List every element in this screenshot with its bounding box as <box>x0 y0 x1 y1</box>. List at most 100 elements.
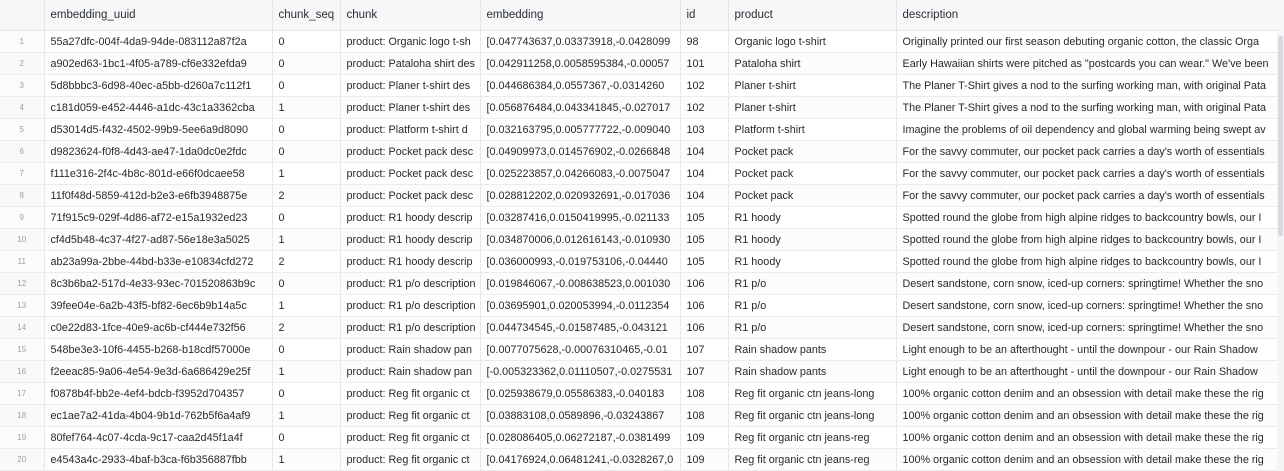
cell-embedding[interactable]: [0.034870006,0.012616143,-0.010930 <box>480 228 681 251</box>
row-number[interactable]: 18 <box>0 404 45 427</box>
cell-product[interactable]: Reg fit organic ctn jeans-reg <box>728 448 897 471</box>
cell-chunk[interactable]: product: R1 p/o description <box>340 272 481 295</box>
cell-chunk-seq[interactable]: 1 <box>272 360 341 383</box>
table-row[interactable]: 10 cf4d5b48-4c37-4f27-ad87-56e18e3a5025 1 p… <box>0 228 1284 251</box>
cell-chunk-seq[interactable]: 2 <box>272 184 341 207</box>
table-row[interactable]: 12 8c3b6ba2-517d-4e33-93ec-701520863b9c 0 p… <box>0 272 1284 295</box>
cell-chunk-seq[interactable]: 0 <box>272 206 341 229</box>
cell-chunk[interactable]: product: R1 p/o description <box>340 294 481 317</box>
cell-chunk[interactable]: product: Reg fit organic ct <box>340 404 481 427</box>
cell-chunk[interactable]: product: R1 hoody descrip <box>340 250 481 273</box>
cell-embedding-uuid[interactable]: 80fef764-4c07-4cda-9c17-caa2d45f1a4f <box>44 426 273 449</box>
cell-id[interactable]: 103 <box>680 118 729 141</box>
cell-chunk[interactable]: product: R1 hoody descrip <box>340 228 481 251</box>
row-number[interactable]: 6 <box>0 140 45 163</box>
column-header-id[interactable]: id <box>680 0 729 31</box>
cell-chunk[interactable]: product: Rain shadow pan <box>340 338 481 361</box>
cell-chunk[interactable]: product: Planer t-shirt des <box>340 96 481 119</box>
table-row[interactable]: 2 a902ed63-1bc1-4f05-a789-cf6e332efda9 0 pr… <box>0 52 1284 75</box>
cell-description[interactable]: 100% organic cotton denim and an obsessi… <box>896 448 1284 471</box>
cell-embedding[interactable]: [0.042911258,0.0058595384,-0.00057 <box>480 52 681 75</box>
cell-embedding[interactable]: [0.03695901,0.020053994,-0.0112354 <box>480 294 681 317</box>
column-header-chunk[interactable]: chunk <box>340 0 481 31</box>
cell-id[interactable]: 104 <box>680 162 729 185</box>
cell-product[interactable]: Rain shadow pants <box>728 338 897 361</box>
cell-product[interactable]: R1 p/o <box>728 272 897 295</box>
table-row[interactable]: 19 80fef764-4c07-4cda-9c17-caa2d45f1a4f 0 p… <box>0 426 1284 449</box>
cell-product[interactable]: Planer t-shirt <box>728 96 897 119</box>
cell-id[interactable]: 102 <box>680 96 729 119</box>
table-row[interactable]: 1 55a27dfc-004f-4da9-94de-083112a87f2a 0 pr… <box>0 30 1284 53</box>
cell-description[interactable]: Desert sandstone, corn snow, iced-up cor… <box>896 272 1284 295</box>
cell-chunk[interactable]: product: Organic logo t-sh <box>340 30 481 53</box>
row-number[interactable]: 7 <box>0 162 45 185</box>
cell-embedding[interactable]: [0.044686384,0.0557367,-0.0314260 <box>480 74 681 97</box>
cell-embedding-uuid[interactable]: 548be3e3-10f6-4455-b268-b18cdf57000e <box>44 338 273 361</box>
cell-embedding-uuid[interactable]: 8c3b6ba2-517d-4e33-93ec-701520863b9c <box>44 272 273 295</box>
cell-id[interactable]: 105 <box>680 250 729 273</box>
cell-embedding-uuid[interactable]: f2eeac85-9a06-4e54-9e3d-6a686429e25f <box>44 360 273 383</box>
cell-chunk-seq[interactable]: 0 <box>272 382 341 405</box>
cell-product[interactable]: Rain shadow pants <box>728 360 897 383</box>
cell-id[interactable]: 105 <box>680 228 729 251</box>
cell-id[interactable]: 109 <box>680 426 729 449</box>
table-row[interactable]: 11 ab23a99a-2bbe-44bd-b33e-e10834cfd272 2 p… <box>0 250 1284 273</box>
cell-description[interactable]: Light enough to be an afterthought - unt… <box>896 338 1284 361</box>
cell-chunk[interactable]: product: Rain shadow pan <box>340 360 481 383</box>
cell-id[interactable]: 104 <box>680 184 729 207</box>
cell-chunk-seq[interactable]: 2 <box>272 250 341 273</box>
cell-id[interactable]: 106 <box>680 272 729 295</box>
column-header-embedding[interactable]: embedding <box>480 0 681 31</box>
cell-chunk[interactable]: product: Platform t-shirt d <box>340 118 481 141</box>
cell-description[interactable]: 100% organic cotton denim and an obsessi… <box>896 404 1284 427</box>
cell-chunk[interactable]: product: R1 p/o description <box>340 316 481 339</box>
cell-id[interactable]: 98 <box>680 30 729 53</box>
column-header-description[interactable]: description <box>896 0 1284 31</box>
cell-product[interactable]: R1 p/o <box>728 316 897 339</box>
cell-embedding[interactable]: [0.032163795,0.005777722,-0.009040 <box>480 118 681 141</box>
cell-embedding[interactable]: [0.056876484,0.043341845,-0.027017 <box>480 96 681 119</box>
cell-embedding-uuid[interactable]: d9823624-f0f8-4d43-ae47-1da0dc0e2fdc <box>44 140 273 163</box>
cell-description[interactable]: The Planer T-Shirt gives a nod to the su… <box>896 96 1284 119</box>
cell-description[interactable]: Spotted round the globe from high alpine… <box>896 250 1284 273</box>
row-number[interactable]: 19 <box>0 426 45 449</box>
cell-description[interactable]: Originally printed our first season debu… <box>896 30 1284 53</box>
cell-description[interactable]: Spotted round the globe from high alpine… <box>896 228 1284 251</box>
cell-embedding-uuid[interactable]: 55a27dfc-004f-4da9-94de-083112a87f2a <box>44 30 273 53</box>
cell-embedding[interactable]: [0.0077075628,-0.00076310465,-0.01 <box>480 338 681 361</box>
row-number[interactable]: 17 <box>0 382 45 405</box>
cell-embedding[interactable]: [0.04909973,0.014576902,-0.0266848 <box>480 140 681 163</box>
cell-embedding-uuid[interactable]: 11f0f48d-5859-412d-b2e3-e6fb3948875e <box>44 184 273 207</box>
cell-product[interactable]: R1 hoody <box>728 250 897 273</box>
table-row[interactable]: 5 d53014d5-f432-4502-99b9-5ee6a9d8090 0 pro… <box>0 118 1284 141</box>
cell-embedding[interactable]: [0.028812202,0.020932691,-0.017036 <box>480 184 681 207</box>
row-number[interactable]: 10 <box>0 228 45 251</box>
cell-id[interactable]: 106 <box>680 294 729 317</box>
column-header-embedding-uuid[interactable]: embedding_uuid <box>44 0 273 31</box>
cell-product[interactable]: Pataloha shirt <box>728 52 897 75</box>
cell-embedding-uuid[interactable]: ab23a99a-2bbe-44bd-b33e-e10834cfd272 <box>44 250 273 273</box>
cell-description[interactable]: Early Hawaiian shirts were pitched as "p… <box>896 52 1284 75</box>
cell-chunk-seq[interactable]: 0 <box>272 30 341 53</box>
cell-embedding-uuid[interactable]: ec1ae7a2-41da-4b04-9b1d-762b5f6a4af9 <box>44 404 273 427</box>
cell-chunk[interactable]: product: Reg fit organic ct <box>340 448 481 471</box>
cell-product[interactable]: Reg fit organic ctn jeans-reg <box>728 426 897 449</box>
cell-embedding-uuid[interactable]: a902ed63-1bc1-4f05-a789-cf6e332efda9 <box>44 52 273 75</box>
row-number[interactable]: 16 <box>0 360 45 383</box>
row-number[interactable]: 9 <box>0 206 45 229</box>
table-row[interactable]: 17 f0878b4f-bb2e-4ef4-bdcb-f3952d704357 0 p… <box>0 382 1284 405</box>
cell-embedding-uuid[interactable]: e4543a4c-2933-4baf-b3ca-f6b356887fbb <box>44 448 273 471</box>
cell-chunk[interactable]: product: Reg fit organic ct <box>340 382 481 405</box>
row-number[interactable]: 13 <box>0 294 45 317</box>
cell-chunk-seq[interactable]: 0 <box>272 338 341 361</box>
cell-description[interactable]: For the savvy commuter, our pocket pack … <box>896 140 1284 163</box>
cell-product[interactable]: Pocket pack <box>728 140 897 163</box>
scrollbar-thumb[interactable] <box>1278 36 1283 236</box>
cell-embedding[interactable]: [0.03883108,0.0589896,-0.03243867 <box>480 404 681 427</box>
cell-product[interactable]: R1 p/o <box>728 294 897 317</box>
table-row[interactable]: 15 548be3e3-10f6-4455-b268-b18cdf57000e 0 p… <box>0 338 1284 361</box>
column-header-product[interactable]: product <box>728 0 897 31</box>
cell-product[interactable]: Organic logo t-shirt <box>728 30 897 53</box>
cell-product[interactable]: Pocket pack <box>728 162 897 185</box>
vertical-scrollbar[interactable] <box>1277 30 1284 471</box>
